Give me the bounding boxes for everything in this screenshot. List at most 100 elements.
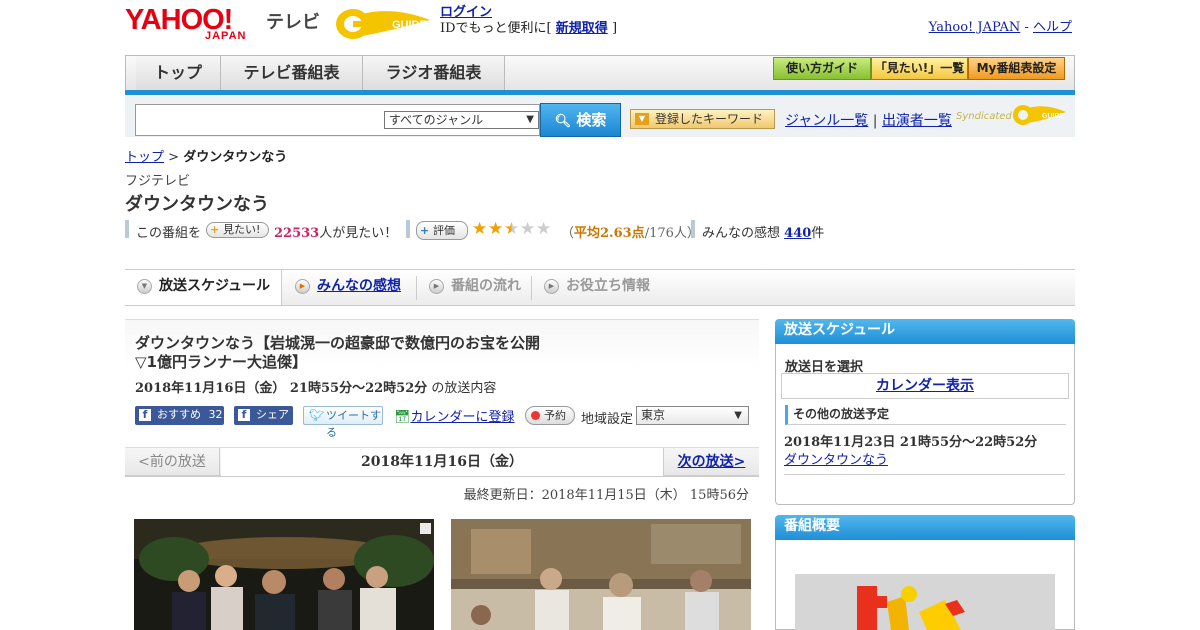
episode-title: ダウンタウンなう【岩城滉一の超豪邸で数億円のお宝を公開 ▽1億円ランナー大追傑】 [135,334,595,372]
rate-button[interactable]: + 評価 [416,221,468,240]
cast-list-link[interactable]: 出演者一覧 [882,113,952,129]
genre-select[interactable]: すべてのジャンル ▼ [384,111,539,129]
calendar-view-button[interactable]: カレンダー表示 [781,373,1069,399]
impressions-count-link[interactable]: 440 [784,226,811,241]
add-to-calendar-link[interactable]: カレンダーに登録 [411,410,515,425]
nav-tab-top[interactable]: トップ [136,56,221,92]
program-logo-image [795,574,1055,630]
main-nav: トップ テレビ番組表 ラジオ番組表 使い方ガイド 「見たい!」一覧 My番組表設… [125,55,1075,93]
program-stats: この番組を + 見たい! 22533人が見たい！ + 評価 ★ ★ ★ ★ ★ （平均2… [125,220,1025,241]
plus-icon: + [420,224,430,237]
episode-date: 2018年11月16日（金） 21時55分～22時52分 の放送内容 [135,377,496,396]
search-button-label: 検索 [576,111,607,129]
svg-text:GUIDE: GUIDE [392,19,427,31]
sidebar-overview-heading: 番組概要 [775,515,1075,540]
chevron-down-icon: ▼ [137,279,152,294]
sidebar-schedule-heading: 放送スケジュール [775,319,1075,344]
login-link[interactable]: ログイン [440,5,492,20]
stats-divider [691,220,695,238]
mitai-count-text: 22533人が見たい！ [274,222,397,241]
star-icon: ★ [520,219,536,239]
play-icon: ▶ [544,279,559,294]
episode-title-line1: ダウンタウンなう【岩城滉一の超豪邸で数億円のお宝を公開 [135,334,541,352]
tv-label: テレビ [266,12,320,33]
reserve-button[interactable]: 予約 [525,406,575,425]
next-broadcast-link[interactable]: 次の放送> [678,454,746,470]
breadcrumb-top-link[interactable]: トップ [125,150,164,165]
other-broadcast-item: ダウンタウンなう [784,449,888,468]
star-icon: ★ [536,219,552,239]
broadcast-pager: <前の放送 2018年11月16日（金） 次の放送> [125,447,759,477]
usage-guide-button[interactable]: 使い方ガイド [773,57,871,80]
rating-stars: ★ ★ ★ ★ ★ [472,220,562,238]
episode-photo-2 [451,519,751,630]
svg-text:GUIDE: GUIDE [1042,113,1065,120]
tab-program-flow: ▶ 番組の流れ [417,270,531,305]
tab-label: 番組の流れ [451,278,521,294]
logo-sub-text: JAPAN [205,30,247,42]
rating-summary: （平均2.63点/176人） [561,222,700,241]
syndicated-label: Syndicated [956,111,1012,122]
divider [784,474,1065,475]
search-icon: 🔍︎ [554,114,572,129]
impressions-suffix: 件 [811,226,825,241]
register-link[interactable]: 新規取得 [556,21,608,36]
mitai-button[interactable]: + 見たい! [206,222,269,238]
top-links: Yahoo! JAPAN - ヘルプ [929,16,1072,35]
search-button[interactable]: 🔍︎ 検索 [540,103,621,137]
impressions-label: みんなの感想 [702,226,781,241]
facebook-share-label: シェア [256,408,289,421]
calendar-view-link[interactable]: カレンダー表示 [876,378,974,394]
yahoo-japan-logo[interactable]: YAHOO! JAPAN [125,6,265,43]
facebook-recommend-count: 32 [208,408,223,421]
add-to-calendar: 📅︎カレンダーに登録 [394,406,515,425]
rating-open-paren: （ [561,226,575,241]
star-icon: ★ [504,219,520,239]
tweet-button[interactable]: 🐦︎ ツイートする [303,406,383,439]
region-label: 地域設定 [581,412,634,427]
registered-keywords-button[interactable]: ▼ 登録したキーワード [630,109,775,129]
help-link[interactable]: ヘルプ [1033,20,1072,35]
episode-photo-1 [134,519,434,630]
tab-broadcast-schedule[interactable]: ▼ 放送スケジュール [125,270,282,305]
program-tabs: ▼ 放送スケジュール ▶ みんなの感想 ▶ 番組の流れ ▶ お役立ち情報 [125,269,1075,306]
nav-tab-tv-listings[interactable]: テレビ番組表 [221,56,363,92]
chevron-down-icon: ▼ [734,410,742,421]
region-select[interactable]: 東京 ▼ [636,406,749,425]
mitai-count: 22533 [274,226,320,241]
play-icon: ▶ [429,279,444,294]
episode-title-line2: ▽1億円ランナー大追傑】 [135,353,307,371]
plus-icon: + [210,223,220,236]
other-broadcast-link[interactable]: ダウンタウンなう [784,453,888,468]
episode-date-suffix: の放送内容 [427,381,497,396]
tab-label: 放送スケジュール [159,278,271,294]
calendar-icon: 📅︎ [394,410,411,425]
mitai-button-label: 見たい! [223,223,261,236]
genre-list-link[interactable]: ジャンル一覧 [785,113,868,129]
facebook-icon: f [238,409,250,421]
region-selected-value: 東京 [641,408,666,422]
rating-average: 平均2.63点 [574,226,645,241]
facebook-recommend-button[interactable]: f おすすめ 32 [135,406,224,425]
facebook-share-button[interactable]: f シェア [234,406,293,425]
other-broadcast-date: 2018年11月23日 21時55分～22時52分 [784,435,1038,450]
my-listings-settings-button[interactable]: My番組表設定 [968,57,1065,80]
this-program-label: この番組を [136,226,202,241]
search-links-separator: | [872,113,878,129]
mitai-list-button[interactable]: 「見たい!」一覧 [871,57,968,80]
other-broadcasts-heading: その他の放送予定 [785,405,1066,425]
yahoo-japan-link[interactable]: Yahoo! JAPAN [929,20,1021,35]
record-dot-icon [531,411,540,420]
program-title: ダウンタウンなう [125,194,269,215]
top-link-separator: - [1024,20,1029,35]
nav-tab-radio-listings[interactable]: ラジオ番組表 [363,56,505,92]
episode-air-date: 2018年11月16日（金） 21時55分～22時52分 [135,381,428,396]
stats-divider [125,220,129,238]
tab-label: お役立ち情報 [566,278,650,294]
tab-impressions[interactable]: ▶ みんなの感想 [283,270,415,305]
registered-keywords-label: 登録したキーワード [655,112,764,126]
breadcrumb: トップ > ダウンタウンなう [125,146,287,165]
current-broadcast-date: 2018年11月16日（金） [221,448,663,476]
search-links: ジャンル一覧 | 出演者一覧 [785,110,952,130]
star-icon: ★ [472,219,488,239]
